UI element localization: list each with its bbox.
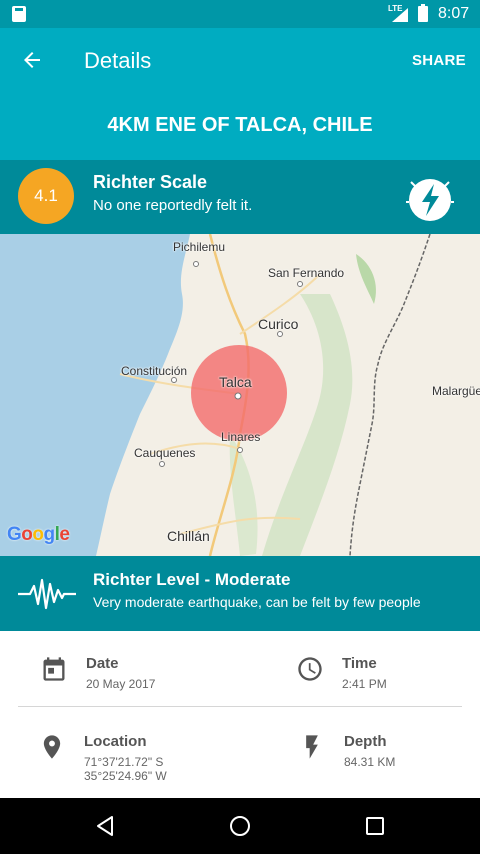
clock-icon [298, 657, 322, 681]
date-value: 20 May 2017 [86, 677, 156, 691]
bolt-icon [306, 735, 318, 759]
google-logo: Google [7, 524, 70, 545]
sd-card-icon [12, 6, 26, 22]
recents-square-icon[interactable] [363, 814, 387, 838]
richter-level-description: Very moderate earthquake, can be felt by… [93, 594, 421, 610]
richter-level-title: Richter Level - Moderate [93, 570, 291, 589]
map-label-pichilemu: Pichilemu [173, 240, 226, 254]
signal-icon [392, 8, 408, 22]
status-time: 8:07 [438, 5, 470, 22]
page-title: Details [84, 48, 152, 73]
earthquake-map[interactable]: Pichilemu San Fernando Curico Constituci… [0, 234, 480, 556]
magnitude-badge: 4.1 [18, 168, 74, 224]
map-label-constitucion: Constitución [121, 364, 188, 378]
location-latitude: 71°37'21.72" S [84, 755, 164, 769]
location-label: Location [84, 733, 147, 750]
map-label-linares: Linares [221, 430, 261, 444]
map-label-cauquenes: Cauquenes [134, 446, 196, 460]
depth-value: 84.31 KM [344, 755, 396, 769]
earthquake-location-title: 4KM ENE OF TALCA, CHILE [107, 114, 373, 136]
calendar-icon [43, 657, 65, 681]
richter-scale-title: Richter Scale [93, 172, 208, 192]
details-panel: Date 20 May 2017 Time 2:41 PM Location 7… [0, 631, 480, 798]
status-bar: LTE 8:07 [0, 0, 480, 28]
map-label-talca: Talca [219, 374, 252, 390]
richter-level-row: Richter Level - Moderate Very moderate e… [0, 556, 480, 631]
battery-icon [418, 4, 428, 22]
richter-scale-row: 4.1 Richter Scale No one reportedly felt… [0, 160, 480, 234]
map-canvas [0, 234, 431, 556]
map-label-chillan: Chillán [167, 528, 210, 544]
map-label-malargue: Malargüe [432, 384, 480, 398]
system-nav-bar [0, 798, 480, 854]
back-triangle-icon[interactable] [93, 814, 117, 838]
location-pin-icon [43, 735, 61, 759]
share-button[interactable]: SHARE [412, 52, 466, 69]
location-longitude: 35°25'24.96" W [84, 769, 167, 783]
map-label-san-fernando: San Fernando [268, 266, 345, 280]
felt-report-text: No one reportedly felt it. [93, 197, 253, 214]
arrow-left-icon[interactable] [20, 48, 44, 72]
map-label-curico: Curico [258, 316, 299, 332]
time-value: 2:41 PM [342, 677, 387, 691]
depth-label: Depth [344, 733, 387, 750]
details-divider [18, 706, 462, 707]
lightning-bolt-icon [406, 179, 454, 221]
date-label: Date [86, 655, 119, 672]
time-label: Time [342, 655, 377, 672]
home-circle-icon[interactable] [228, 814, 252, 838]
app-bar: Details SHARE 4KM ENE OF TALCA, CHILE [0, 28, 480, 160]
seismograph-wave-icon [18, 578, 76, 610]
